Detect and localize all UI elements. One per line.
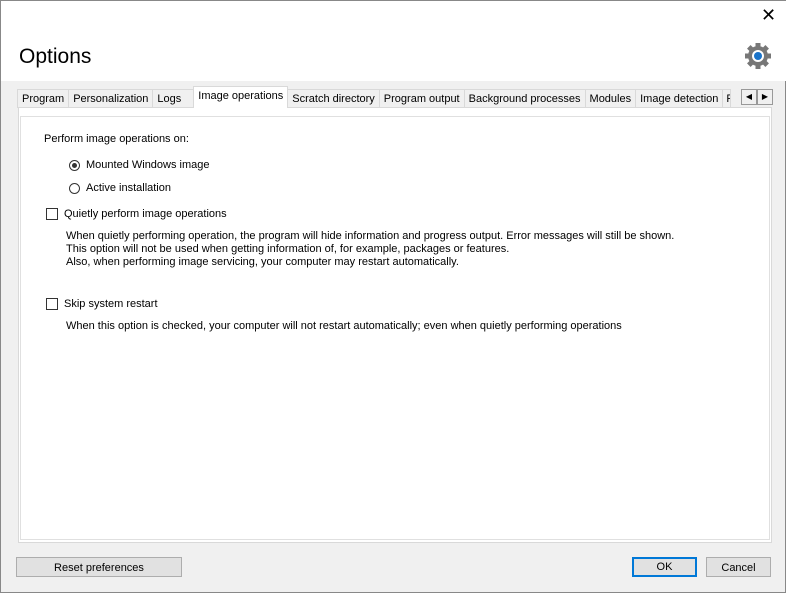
checkbox-label: Skip system restart <box>64 298 158 310</box>
tab-scratch-directory[interactable]: Scratch directory <box>287 89 380 108</box>
tab-logs[interactable]: Logs <box>152 89 195 108</box>
tab-personalization[interactable]: Personalization <box>68 89 154 108</box>
desc-line: When quietly performing operation, the p… <box>66 230 675 242</box>
tab-scroll-left-icon[interactable]: ◀ <box>741 89 757 105</box>
page-title: Options <box>19 45 92 68</box>
title-area <box>1 1 786 81</box>
options-window: ✕ Options Program Personalization Logs I… <box>0 0 786 593</box>
tab-scroll: ◀ ▶ <box>741 89 773 105</box>
cancel-button[interactable]: Cancel <box>706 557 771 577</box>
checkbox-label: Quietly perform image operations <box>64 208 227 220</box>
ok-button[interactable]: OK <box>632 557 697 577</box>
perform-label: Perform image operations on: <box>44 133 189 145</box>
radio-mounted-image[interactable]: Mounted Windows image <box>69 159 210 171</box>
radio-unchecked-icon <box>69 182 80 194</box>
tab-modules[interactable]: Modules <box>584 89 637 108</box>
desc-line: This option will not be used when gettin… <box>66 243 510 255</box>
quiet-description: When quietly performing operation, the p… <box>66 230 674 269</box>
gear-icon <box>745 43 771 69</box>
tab-image-operations[interactable]: Image operations <box>193 86 289 108</box>
tab-image-detection[interactable]: Image detection <box>635 89 724 108</box>
close-icon[interactable]: ✕ <box>761 5 776 26</box>
checkbox-icon <box>46 298 58 310</box>
tab-truncated[interactable]: F <box>722 89 732 108</box>
radio-active-installation[interactable]: Active installation <box>69 182 171 194</box>
radio-checked-icon <box>69 159 80 171</box>
reset-preferences-button[interactable]: Reset preferences <box>16 557 182 577</box>
tab-scroll-right-icon[interactable]: ▶ <box>757 89 773 105</box>
checkbox-quiet[interactable]: Quietly perform image operations <box>46 208 227 220</box>
tab-panel: Perform image operations on: Mounted Win… <box>18 107 772 543</box>
tab-program-output[interactable]: Program output <box>378 89 465 108</box>
desc-line: Also, when performing image servicing, y… <box>66 256 459 268</box>
tab-program[interactable]: Program <box>17 89 70 108</box>
tab-strip: Program Personalization Logs Image opera… <box>17 86 732 108</box>
tab-background-processes[interactable]: Background processes <box>463 89 586 108</box>
checkbox-icon <box>46 208 58 220</box>
checkbox-skip-restart[interactable]: Skip system restart <box>46 298 158 310</box>
skip-description: When this option is checked, your comput… <box>66 320 622 332</box>
radio-label: Mounted Windows image <box>86 159 210 171</box>
radio-label: Active installation <box>86 182 171 194</box>
tab-content: Perform image operations on: Mounted Win… <box>20 116 770 540</box>
